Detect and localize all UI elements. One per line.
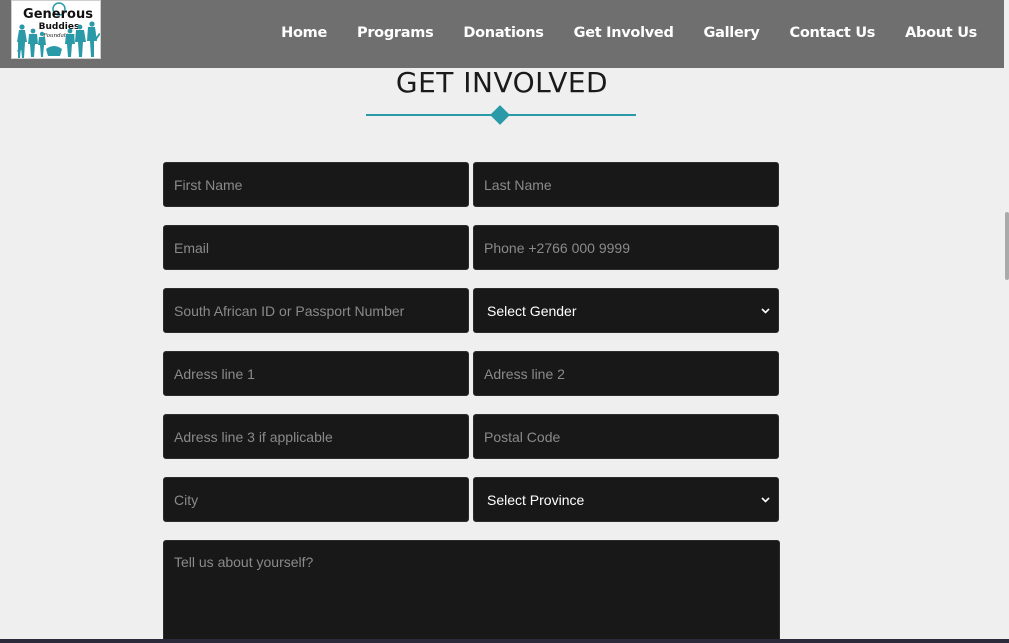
address-line3-field[interactable] xyxy=(163,414,469,459)
city-field[interactable] xyxy=(163,477,469,522)
province-select[interactable]: Select Province xyxy=(473,477,779,522)
chevron-down-icon xyxy=(761,307,770,314)
nav-get-involved[interactable]: Get Involved xyxy=(574,25,674,41)
title-divider xyxy=(366,105,636,125)
address-line1-field[interactable] xyxy=(163,351,469,396)
address-line2-field[interactable] xyxy=(473,351,779,396)
page-scrollbar[interactable] xyxy=(1004,0,1009,643)
nav-about-us[interactable]: About Us xyxy=(905,25,977,41)
bottom-edge-bar xyxy=(0,639,1009,643)
chevron-down-icon xyxy=(761,496,770,503)
first-name-field[interactable] xyxy=(163,162,469,207)
nav-contact-us[interactable]: Contact Us xyxy=(790,25,876,41)
main-nav: Home Programs Donations Get Involved Gal… xyxy=(281,0,977,66)
brand-logo[interactable]: Generous Buddies Foundation xyxy=(11,0,101,59)
nav-programs[interactable]: Programs xyxy=(357,25,434,41)
last-name-field[interactable] xyxy=(473,162,779,207)
phone-field[interactable] xyxy=(473,225,779,270)
email-field[interactable] xyxy=(163,225,469,270)
top-navbar: Generous Buddies Foundation Home Program… xyxy=(0,0,1004,68)
nav-gallery[interactable]: Gallery xyxy=(704,25,760,41)
scrollbar-thumb[interactable] xyxy=(1005,212,1009,280)
id-passport-field[interactable] xyxy=(163,288,469,333)
gender-select-value: Select Gender xyxy=(487,302,577,319)
nav-home[interactable]: Home xyxy=(281,25,327,41)
postal-code-field[interactable] xyxy=(473,414,779,459)
logo-graphic: Generous Buddies Foundation xyxy=(17,2,100,58)
logo-line2: Buddies xyxy=(39,22,80,32)
gender-select[interactable]: Select Gender xyxy=(473,288,779,333)
diamond-icon xyxy=(490,105,510,125)
about-yourself-textarea[interactable] xyxy=(163,540,780,643)
nav-donations[interactable]: Donations xyxy=(463,25,544,41)
logo-line1: Generous xyxy=(23,7,93,22)
section-title: GET INVOLVED xyxy=(395,66,609,99)
province-select-value: Select Province xyxy=(487,491,585,508)
